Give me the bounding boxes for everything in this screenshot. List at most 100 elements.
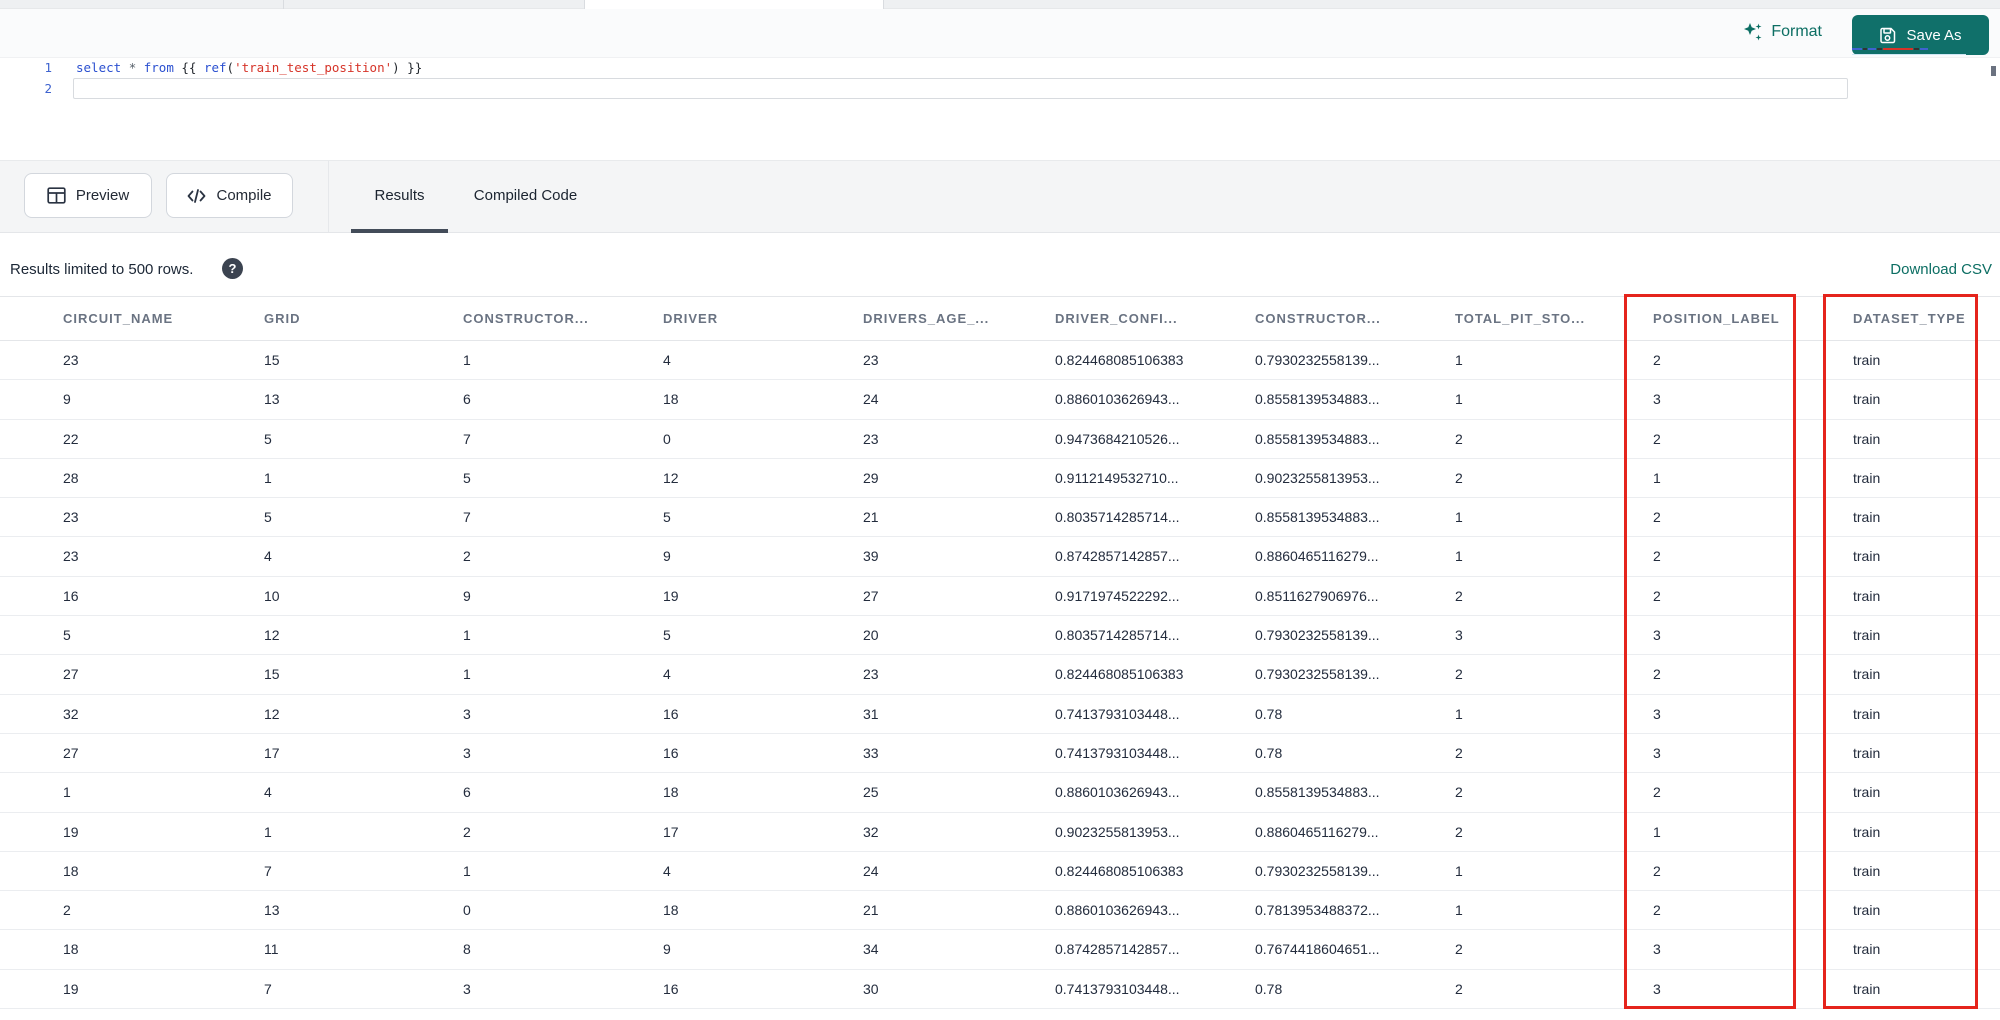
table-cell: 23 (63, 509, 79, 526)
table-row: 19 1 2 17 32 0.9023255813953... 0.886046511627… (0, 812, 2000, 852)
table-cell: 2 (1455, 941, 1463, 958)
table-cell: 1 (264, 469, 272, 486)
save-as-label: Save As (1906, 26, 1962, 44)
table-cell: 3 (1653, 705, 1661, 722)
editor-minimap[interactable] (1852, 48, 1966, 55)
table-cell: 16 (663, 744, 679, 761)
table-cell: train (1853, 980, 1881, 997)
table-cell: 1 (463, 627, 471, 644)
minimap-selection (1852, 54, 1966, 55)
table-cell: 9 (663, 941, 671, 958)
table-grid-icon (47, 187, 66, 204)
table-row: 27 15 1 4 23 0.824468085106383 0.7930232558139… (0, 655, 2000, 695)
table-cell: 0.7930232558139... (1255, 627, 1380, 644)
table-cell: 5 (264, 430, 272, 447)
help-icon[interactable]: ? (222, 258, 243, 279)
table-cell: 2 (1653, 666, 1661, 683)
table-cell: 0.9112149532710... (1055, 469, 1179, 486)
preview-button[interactable]: Preview (24, 173, 152, 218)
code-line[interactable]: select * from {{ ref('train_test_positio… (76, 58, 422, 78)
table-cell: 0.8860103626943... (1055, 902, 1180, 919)
table-row: 16 10 9 19 27 0.9171974522292... 0.85116279069… (0, 576, 2000, 617)
table-cell: 9 (663, 548, 671, 565)
table-row: 19 7 3 16 30 0.7413793103448... 0.78 2 3 train (0, 969, 2000, 1010)
table-cell: 7 (463, 509, 471, 526)
file-tab-strip[interactable] (0, 0, 2000, 9)
table-cell: 29 (863, 469, 879, 486)
table-cell: 1 (63, 784, 71, 801)
table-cell: 5 (463, 469, 471, 486)
table-row: 22 5 7 0 23 0.9473684210526... 0.8558139534883… (0, 419, 2000, 459)
table-cell: 2 (1653, 509, 1661, 526)
editor-active-line[interactable] (73, 78, 1848, 99)
table-cell: 24 (863, 862, 879, 879)
tab-compiled-code[interactable]: Compiled Code (463, 161, 588, 230)
table-cell: 9 (463, 587, 471, 604)
table-cell: 5 (663, 509, 671, 526)
table-cell: 0.8558139534883... (1255, 784, 1380, 801)
table-cell: 7 (463, 430, 471, 447)
table-row: 23 15 1 4 23 0.824468085106383 0.7930232558139… (0, 341, 2000, 381)
table-cell: train (1853, 627, 1881, 644)
compile-button[interactable]: Compile (166, 173, 293, 218)
table-cell: 0.9023255813953... (1255, 469, 1380, 486)
table-row: 32 12 3 16 31 0.7413793103448... 0.78 1 3 train (0, 694, 2000, 734)
table-cell: 33 (863, 744, 879, 761)
table-cell: 17 (663, 823, 679, 840)
table-cell: 1 (1455, 391, 1463, 408)
table-cell: 7 (264, 862, 272, 879)
active-file-tab[interactable] (585, 0, 883, 9)
table-cell: 3 (463, 744, 471, 761)
table-cell: 1 (463, 352, 471, 368)
table-cell: 1 (1455, 352, 1463, 368)
table-cell: 5 (264, 509, 272, 526)
table-cell: 18 (663, 784, 679, 801)
table-cell: 2 (1455, 784, 1463, 801)
table-cell: 3 (1455, 627, 1463, 644)
format-button[interactable]: Format (1743, 22, 1822, 42)
table-cell: 1 (1455, 509, 1463, 526)
table-row: 23 5 7 5 21 0.8035714285714... 0.8558139534883… (0, 498, 2000, 538)
table-cell: 2 (1455, 587, 1463, 604)
table-cell: 2 (63, 902, 71, 919)
code-token: select (76, 60, 122, 75)
table-cell: 13 (264, 391, 280, 408)
table-cell: 5 (663, 627, 671, 644)
line-number: 1 (44, 60, 52, 75)
tab-separator (883, 0, 884, 9)
line-number: 2 (44, 81, 52, 96)
table-cell: train (1853, 587, 1881, 604)
table-cell: 4 (264, 784, 272, 801)
table-cell: 2 (1653, 548, 1661, 565)
table-cell: 20 (863, 627, 879, 644)
code-editor[interactable]: 1 2 select * from {{ ref('train_test_pos… (0, 48, 2000, 160)
table-cell: train (1853, 430, 1881, 447)
sparkles-icon (1743, 22, 1763, 42)
table-cell: train (1853, 509, 1881, 526)
table-cell: 0.7674418604651... (1255, 941, 1380, 958)
code-token: {{ (173, 60, 204, 75)
download-csv-link[interactable]: Download CSV (1890, 261, 1992, 278)
table-cell: train (1853, 744, 1881, 761)
table-cell: 0.8742857142857... (1055, 941, 1180, 958)
table-cell: 18 (663, 391, 679, 408)
scrollbar-thumb[interactable] (1991, 66, 1996, 76)
table-cell: 1 (463, 862, 471, 879)
table-cell: 2 (463, 823, 471, 840)
table-cell: 16 (663, 980, 679, 997)
table-body: 23 15 1 4 23 0.824468085106383 0.7930232558139… (0, 341, 2000, 1010)
table-cell: 12 (264, 627, 280, 644)
table-cell: 2 (1455, 430, 1463, 447)
code-icon (187, 188, 206, 204)
table-cell: 3 (1653, 980, 1661, 997)
table-cell: 0.824468085106383 (1055, 862, 1184, 879)
row-limit-text: Results limited to 500 rows. (10, 261, 194, 278)
table-cell: 13 (264, 902, 280, 919)
save-icon (1879, 27, 1896, 44)
tab-results[interactable]: Results (351, 161, 448, 230)
table-cell: 24 (863, 391, 879, 408)
table-cell: 9 (63, 391, 71, 408)
table-cell: 3 (463, 705, 471, 722)
table-cell: 0.8860465116279... (1255, 823, 1379, 840)
table-cell: 0.7413793103448... (1055, 744, 1180, 761)
